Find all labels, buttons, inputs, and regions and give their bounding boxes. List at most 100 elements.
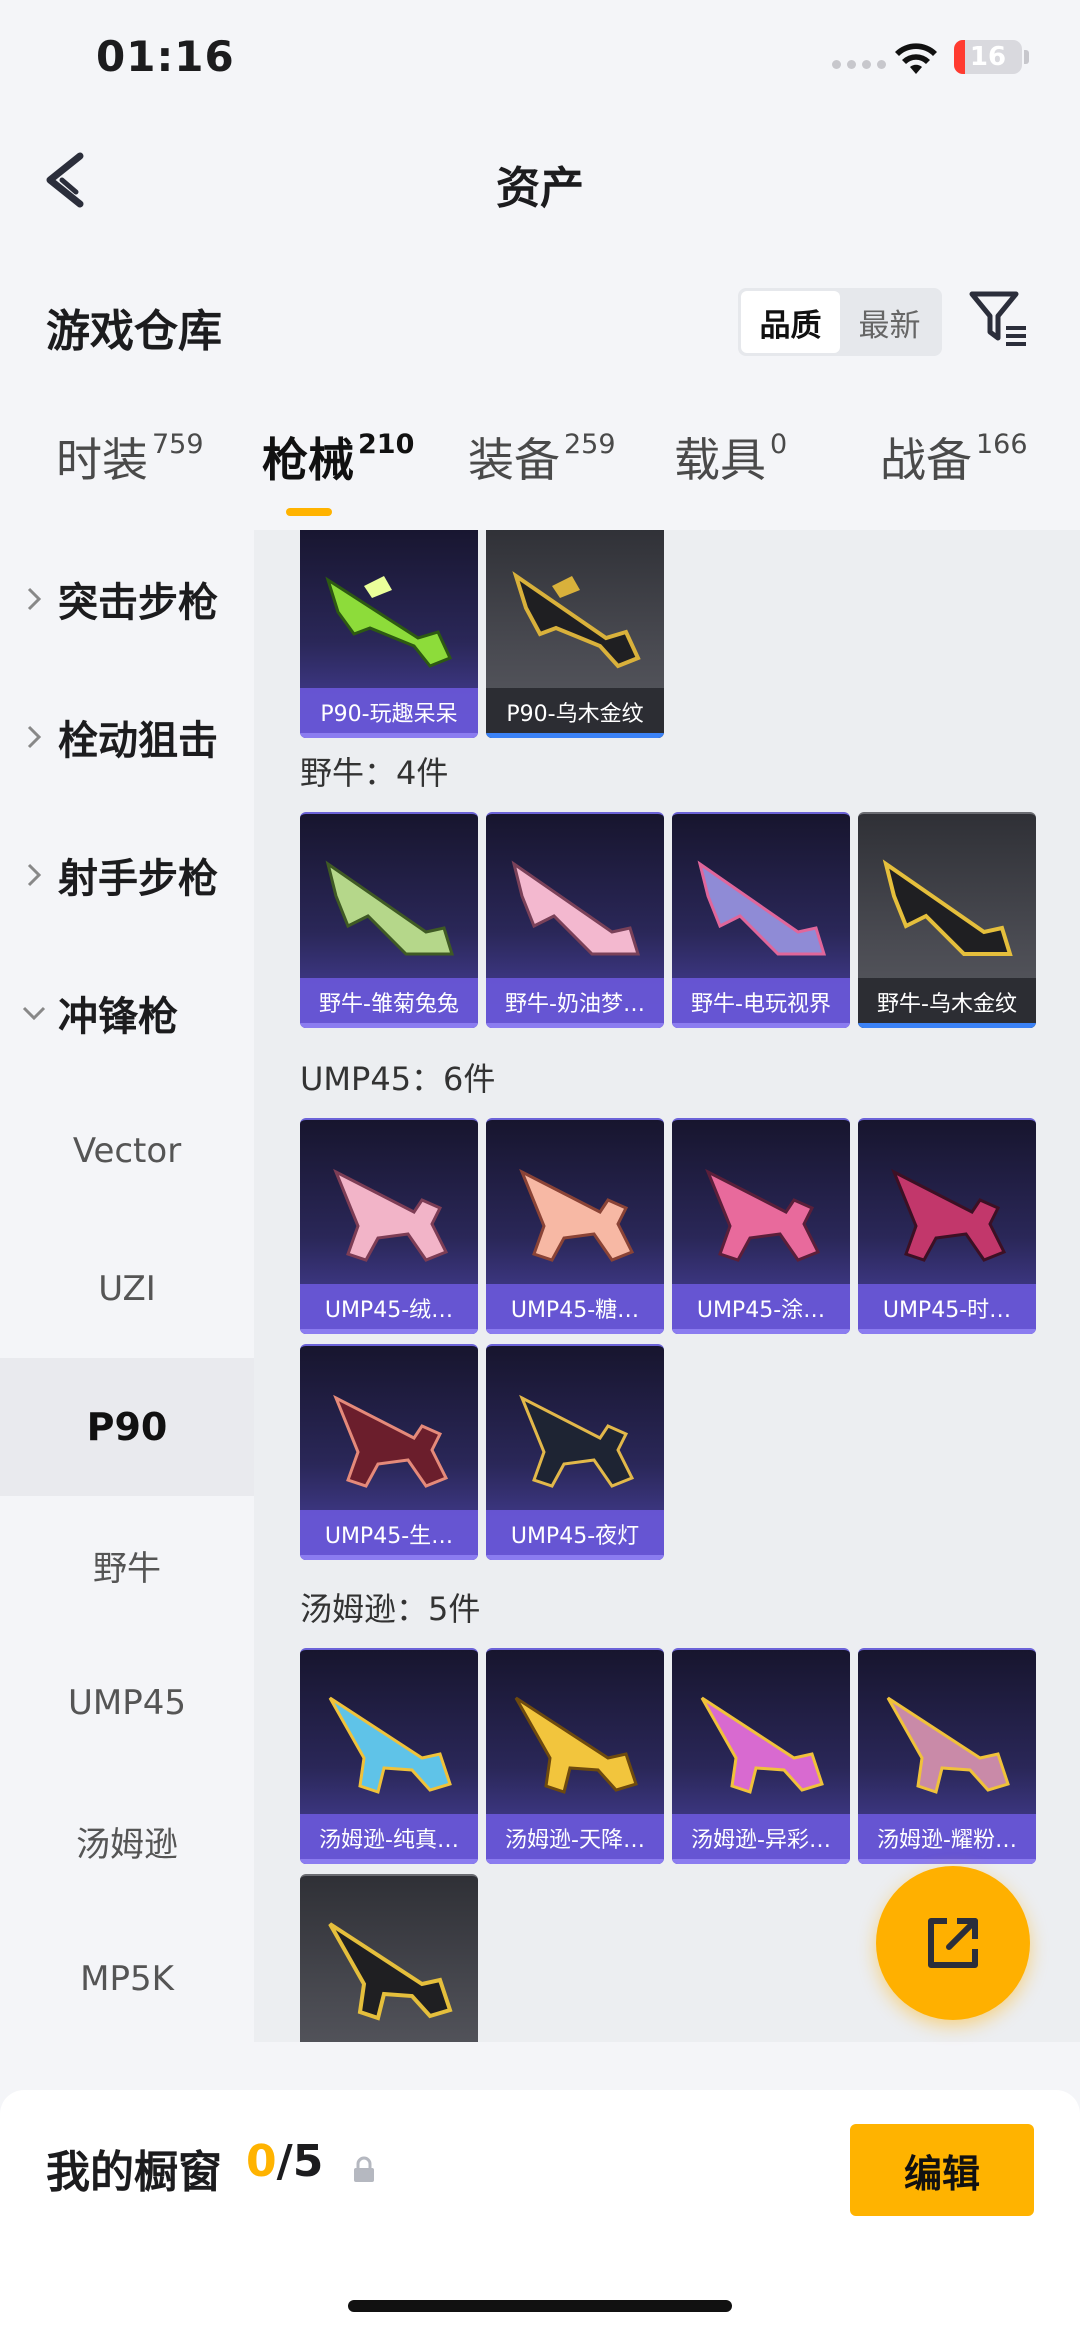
skin-name: 野牛-雏菊兔兔 — [319, 992, 459, 1017]
weapon-skin-image — [333, 1168, 449, 1262]
filter-icon[interactable] — [966, 286, 1032, 352]
skin-card[interactable]: 野牛-奶油梦… — [486, 812, 664, 1028]
page-title: 资产 — [496, 163, 584, 214]
sort-quality-button[interactable]: 品质 — [741, 291, 840, 353]
skin-card[interactable]: UMP45-涂… — [672, 1118, 850, 1334]
skin-name: P90-玩趣呆呆 — [320, 702, 458, 727]
weapon-skin-image — [705, 1168, 821, 1262]
weapon-type-sidebar: 突击步枪 栓动狙击 射手步枪 冲锋枪 Vector UZI P90 野牛 UMP… — [0, 530, 254, 2042]
skin-card[interactable]: P90-玩趣呆呆 — [300, 530, 478, 738]
nav-bar: 资产 — [0, 130, 1080, 230]
warehouse-title: 游戏仓库 — [46, 306, 222, 357]
weapon-skin-image — [519, 1168, 635, 1262]
chevron-right-icon — [0, 862, 58, 888]
tab-count: 0 — [770, 429, 788, 460]
skin-name: UMP45-生… — [324, 1524, 454, 1549]
sidebar-group-smg[interactable]: 冲锋枪 — [0, 944, 254, 1082]
showcase-total: /5 — [276, 2136, 324, 2187]
skin-card[interactable]: 汤姆逊-耀粉… — [858, 1648, 1036, 1864]
section-title-bison: 野牛：4件 — [300, 754, 449, 792]
home-indicator — [348, 2300, 732, 2312]
skin-card[interactable]: UMP45-生… — [300, 1344, 478, 1560]
sidebar-group-marksman-rifle[interactable]: 射手步枪 — [0, 806, 254, 944]
cellular-signal-icon — [832, 60, 886, 69]
weapon-skin-image — [325, 860, 455, 956]
weapon-skin-image — [333, 1394, 449, 1488]
skin-name: 汤姆逊-耀粉… — [877, 1828, 1017, 1853]
skin-card[interactable]: 野牛-乌木金纹 — [858, 812, 1036, 1028]
tab-firearms[interactable]: 枪械 210 — [262, 430, 414, 490]
showcase-used: 0 — [246, 2136, 277, 2187]
skin-card[interactable]: UMP45-时… — [858, 1118, 1036, 1334]
skin-card[interactable]: 汤姆逊-纯真… — [300, 1648, 478, 1864]
chevron-right-icon — [0, 586, 58, 612]
sidebar-item-mp5k[interactable]: MP5K — [0, 1910, 254, 2042]
tab-supplies[interactable]: 战备 166 — [880, 430, 1028, 490]
status-time: 01:16 — [96, 32, 235, 81]
skin-name: 野牛-乌木金纹 — [877, 992, 1017, 1017]
skin-card[interactable]: UMP45-绒… — [300, 1118, 478, 1334]
weapon-skin-image — [700, 1696, 824, 1794]
skin-card[interactable]: UMP45-糖… — [486, 1118, 664, 1334]
skin-name: UMP45-糖… — [510, 1298, 640, 1323]
tab-count: 210 — [358, 429, 415, 460]
skin-name: UMP45-夜灯 — [510, 1524, 640, 1549]
weapon-skin-image — [328, 1922, 453, 2021]
skin-card[interactable]: 汤姆逊-异彩… — [672, 1648, 850, 1864]
weapon-skin-image — [519, 1394, 635, 1488]
tab-count: 759 — [152, 429, 204, 460]
tab-vehicles[interactable]: 载具 0 — [674, 430, 787, 490]
tab-label: 载具 — [674, 433, 766, 487]
weapon-skin-image — [697, 860, 827, 956]
chevron-down-icon — [0, 1005, 58, 1021]
tab-label: 战备 — [880, 433, 972, 487]
weapon-skin-image — [511, 860, 641, 956]
tab-label: 时装 — [56, 433, 148, 487]
weapon-skin-image — [512, 571, 641, 669]
sidebar-group-bolt-sniper[interactable]: 栓动狙击 — [0, 668, 254, 806]
tab-label: 枪械 — [262, 433, 354, 487]
weapon-skin-image — [325, 576, 453, 668]
skin-card[interactable]: 野牛-电玩视界 — [672, 812, 850, 1028]
skin-grid: P90-玩趣呆呆 P90-乌木金纹 野牛：4件 野牛-雏菊兔兔 野牛-奶油梦… … — [254, 530, 1080, 2042]
battery-percent: 16 — [969, 42, 1007, 72]
sidebar-item-thompson[interactable]: 汤姆逊 — [0, 1772, 254, 1910]
tab-fashion[interactable]: 时装 759 — [56, 430, 204, 490]
share-button[interactable] — [876, 1866, 1030, 2020]
weapon-skin-image — [891, 1168, 1007, 1262]
skin-card[interactable]: UMP45-夜灯 — [486, 1344, 664, 1560]
section-title-ump45: UMP45：6件 — [300, 1060, 496, 1098]
skin-name: UMP45-涂… — [696, 1298, 826, 1323]
weapon-skin-image — [514, 1696, 638, 1794]
skin-name: 野牛-电玩视界 — [691, 992, 831, 1017]
tab-count: 259 — [564, 429, 616, 460]
category-tabs: 时装 759 枪械 210 装备 259 载具 0 战备 166 — [0, 430, 1080, 530]
sidebar-group-label: 栓动狙击 — [58, 718, 218, 764]
edit-button[interactable]: 编辑 — [850, 2124, 1034, 2216]
skin-name: UMP45-绒… — [324, 1298, 454, 1323]
skin-card[interactable]: P90-乌木金纹 — [486, 530, 664, 738]
sort-newest-button[interactable]: 最新 — [840, 291, 939, 353]
tab-count: 166 — [976, 429, 1028, 460]
sort-toggle: 品质 最新 — [738, 288, 942, 356]
skin-card[interactable]: 野牛-雏菊兔兔 — [300, 812, 478, 1028]
sidebar-group-assault-rifle[interactable]: 突击步枪 — [0, 530, 254, 668]
weapon-skin-image — [328, 1696, 452, 1794]
tab-equipment[interactable]: 装备 259 — [468, 430, 616, 490]
sidebar-item-ump45[interactable]: UMP45 — [0, 1634, 254, 1772]
active-tab-indicator — [286, 508, 332, 516]
skin-name: 汤姆逊-纯真… — [319, 1828, 459, 1853]
skin-card[interactable] — [300, 1874, 478, 2042]
sidebar-item-p90[interactable]: P90 — [0, 1358, 254, 1496]
share-icon — [928, 1918, 978, 1968]
weapon-skin-image — [886, 1696, 1010, 1794]
sidebar-item-bison[interactable]: 野牛 — [0, 1496, 254, 1634]
sidebar-item-vector[interactable]: Vector — [0, 1082, 254, 1220]
tab-label: 装备 — [468, 433, 560, 487]
skin-name: UMP45-时… — [882, 1298, 1012, 1323]
skin-card[interactable]: 汤姆逊-天降… — [486, 1648, 664, 1864]
showcase-count: 0/5 — [246, 2136, 323, 2187]
sidebar-group-label: 射手步枪 — [58, 856, 218, 902]
sidebar-item-uzi[interactable]: UZI — [0, 1220, 254, 1358]
skin-name: 汤姆逊-天降… — [505, 1828, 645, 1853]
